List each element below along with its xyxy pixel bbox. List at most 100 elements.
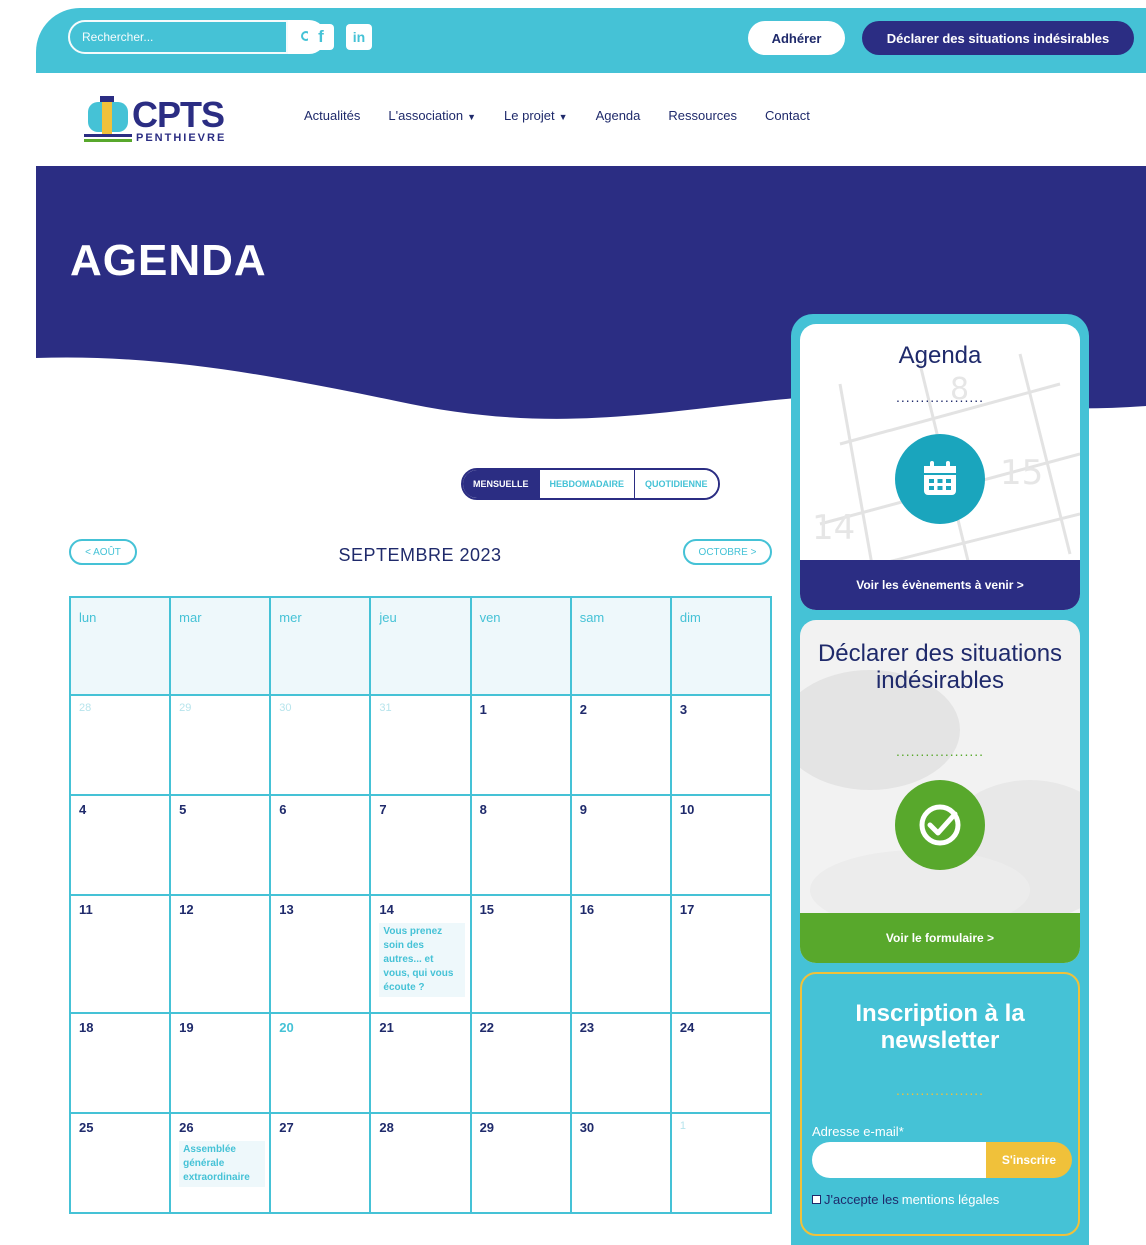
calendar-day-cell[interactable]: 8 — [469, 794, 572, 896]
next-month-button[interactable]: OCTOBRE > — [683, 539, 772, 565]
calendar-day-cell[interactable]: 28 — [369, 1112, 472, 1214]
page-title: AGENDA — [70, 236, 267, 285]
caret-down-icon: ▼ — [467, 112, 477, 122]
logo-subtitle: PENTHIEVRE — [136, 132, 227, 144]
calendar-event[interactable]: Assemblée générale extraordinaire — [179, 1141, 266, 1187]
calendar-day-cell[interactable]: 28 — [68, 694, 172, 796]
day-number: 2 — [579, 702, 587, 717]
nav-item-agenda[interactable]: Agenda — [596, 108, 641, 123]
day-number: 3 — [679, 702, 688, 717]
calendar-day-cell[interactable]: 18 — [68, 1012, 172, 1114]
calendar-day-cell[interactable]: 20 — [269, 1012, 372, 1114]
adherer-button[interactable]: Adhérer — [748, 21, 845, 55]
calendar-day-cell[interactable]: 14 Vous prenez soin des autres... et vous… — [369, 894, 472, 1014]
calendar-day-cell[interactable]: 2 — [569, 694, 672, 796]
calendar-day-cell[interactable]: 15 — [469, 894, 572, 1014]
calendar-day-cell[interactable]: 3 — [669, 694, 773, 796]
day-number: 29 — [179, 702, 192, 714]
nav-item-association[interactable]: L'association ▼ — [388, 108, 476, 123]
linkedin-icon[interactable]: in — [346, 24, 372, 50]
agenda-card-dots: .................. — [895, 389, 984, 405]
day-number: 19 — [179, 1020, 194, 1035]
calendar-day-cell[interactable]: 26 Assemblée générale extraordinaire — [169, 1112, 272, 1214]
calendar-day-cell[interactable]: 19 — [169, 1012, 272, 1114]
subscribe-button[interactable]: S'inscrire — [986, 1142, 1072, 1178]
nav-item-projet[interactable]: Le projet ▼ — [504, 108, 568, 123]
day-number: 14 — [379, 902, 394, 917]
day-number: 15 — [479, 902, 495, 917]
calendar-day-cell[interactable]: 29 — [469, 1112, 572, 1214]
calendar-day-cell[interactable]: 4 — [68, 794, 172, 896]
logo[interactable]: CPTS PENTHIEVRE — [84, 94, 244, 144]
calendar-day-cell[interactable]: 21 — [369, 1012, 472, 1114]
calendar-day-cell[interactable]: 11 — [68, 894, 172, 1014]
nav-item-actualites[interactable]: Actualités — [304, 108, 360, 123]
weekday-header: mer — [269, 596, 372, 696]
weekday-header: ven — [469, 596, 572, 696]
calendar-day-cell[interactable]: 1 — [469, 694, 572, 796]
calendar-day-cell[interactable]: 12 — [169, 894, 272, 1014]
accept-text: J'accepte les — [824, 1192, 899, 1207]
view-hebdomadaire-button[interactable]: HEBDOMADAIRE — [538, 470, 635, 498]
sidebar: 15 14 8 Agenda .................. Voir l… — [791, 314, 1089, 1245]
facebook-icon[interactable]: f — [308, 24, 334, 50]
top-bar: Rechercher... f in Adhérer Déclarer des … — [36, 8, 1146, 73]
calendar-event[interactable]: Vous prenez soin des autres... et vous, … — [379, 923, 466, 997]
mentions-legales-link[interactable]: mentions légales — [902, 1192, 1000, 1207]
view-mensuelle-button[interactable]: MENSUELLE — [463, 470, 539, 498]
declare-card[interactable]: Déclarer des situations indésirables ...… — [800, 620, 1080, 963]
calendar-day-cell[interactable]: 10 — [669, 794, 773, 896]
calendar-day-cell[interactable]: 27 — [269, 1112, 372, 1214]
day-number: 5 — [179, 802, 187, 817]
check-circle-icon — [895, 780, 985, 870]
calendar-day-cell[interactable]: 31 — [369, 694, 472, 796]
logo-title: CPTS — [132, 94, 225, 135]
accept-terms: J'accepte les mentions légales — [812, 1192, 999, 1207]
day-number: 8 — [479, 802, 487, 817]
newsletter-dots: .................. — [895, 1082, 984, 1098]
calendar-day-cell[interactable]: 29 — [169, 694, 272, 796]
calendar-week-row: 18 19 20 21 22 23 24 — [68, 1012, 773, 1114]
day-number: 31 — [379, 702, 392, 714]
calendar-day-cell[interactable]: 30 — [269, 694, 372, 796]
calendar-day-cell[interactable]: 7 — [369, 794, 472, 896]
email-label: Adresse e-mail* — [812, 1124, 904, 1139]
weekday-header: jeu — [369, 596, 472, 696]
day-number: 26 — [179, 1120, 194, 1135]
agenda-card[interactable]: 15 14 8 Agenda .................. Voir l… — [800, 324, 1080, 610]
nav-item-ressources[interactable]: Ressources — [668, 108, 737, 123]
accept-checkbox[interactable] — [812, 1195, 821, 1204]
declare-card-link[interactable]: Voir le formulaire > — [800, 913, 1080, 963]
calendar-day-cell[interactable]: 5 — [169, 794, 272, 896]
agenda-card-link[interactable]: Voir les évènements à venir > — [800, 560, 1080, 610]
calendar-week-row: 28 29 30 31 1 2 3 — [68, 694, 773, 796]
calendar-day-cell[interactable]: 16 — [569, 894, 672, 1014]
calendar-day-cell[interactable]: 13 — [269, 894, 372, 1014]
calendar-day-cell[interactable]: 17 — [669, 894, 773, 1014]
day-number: 23 — [579, 1020, 595, 1035]
calendar-day-cell[interactable]: 24 — [669, 1012, 773, 1114]
declarer-button[interactable]: Déclarer des situations indésirables — [862, 21, 1134, 55]
view-quotidienne-button[interactable]: QUOTIDIENNE — [634, 470, 718, 498]
calendar-day-cell[interactable]: 9 — [569, 794, 672, 896]
calendar-day-cell[interactable]: 23 — [569, 1012, 672, 1114]
calendar-day-cell[interactable]: 30 — [569, 1112, 672, 1214]
calendar-day-cell[interactable]: 25 — [68, 1112, 172, 1214]
prev-month-button[interactable]: < AOÛT — [69, 539, 137, 565]
svg-text:15: 15 — [1000, 453, 1043, 493]
day-number: 28 — [379, 1120, 394, 1135]
calendar-day-cell[interactable]: 6 — [269, 794, 372, 896]
day-number: 1 — [479, 702, 487, 717]
day-number: 21 — [379, 1020, 394, 1035]
day-number: 9 — [579, 802, 587, 817]
day-number: 4 — [79, 802, 87, 817]
calendar-day-cell[interactable]: 22 — [469, 1012, 572, 1114]
day-number: 29 — [479, 1120, 495, 1135]
declare-card-title: Déclarer des situations indésirables — [817, 640, 1063, 694]
search-input[interactable]: Rechercher... — [68, 20, 288, 54]
day-number: 12 — [179, 902, 194, 917]
nav-item-contact[interactable]: Contact — [765, 108, 810, 123]
calendar-day-cell[interactable]: 1 — [669, 1112, 773, 1214]
day-number: 27 — [279, 1120, 294, 1135]
email-field[interactable] — [812, 1142, 986, 1178]
